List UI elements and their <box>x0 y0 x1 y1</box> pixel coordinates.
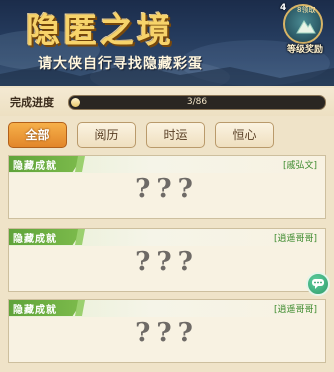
progress-label: 完成进度 <box>10 96 54 109</box>
reward-level-number: 4 <box>280 3 287 13</box>
hidden-description: ??? <box>135 318 199 348</box>
tab-experience[interactable]: 阅历 <box>77 122 136 148</box>
mountain-icon <box>296 20 316 34</box>
card-tag-label: 隐藏成就 <box>13 161 57 172</box>
hidden-description: ??? <box>135 247 199 277</box>
achievement-card[interactable]: 隐藏成就 [逍遥哥哥] ??? <box>8 299 326 363</box>
tab-perseverance[interactable]: 恒心 <box>215 122 274 148</box>
card-header: 隐藏成就 [逍遥哥哥] <box>9 300 325 317</box>
progress-bar: 3/86 <box>68 95 326 110</box>
chat-bubble-icon <box>312 279 324 289</box>
achievement-screen: 隐匿之境 请大侠自行寻找隐藏彩蛋 4 8领取 等级奖励 完成进度 3/86 全部… <box>0 0 334 372</box>
tab-all[interactable]: 全部 <box>8 122 67 148</box>
card-header: 隐藏成就 [逍遥哥哥] <box>9 229 325 246</box>
achievement-card[interactable]: 隐藏成就 [戚弘文] ??? <box>8 155 326 219</box>
hidden-description: ??? <box>135 174 199 204</box>
achievement-card[interactable]: 隐藏成就 [逍遥哥哥] ??? <box>8 228 326 292</box>
page-title: 隐匿之境 <box>26 11 174 51</box>
card-npc-name[interactable]: [逍遥哥哥] <box>274 302 317 315</box>
tab-fortune[interactable]: 时运 <box>146 122 205 148</box>
chat-button[interactable] <box>306 272 330 296</box>
header-banner: 隐匿之境 请大侠自行寻找隐藏彩蛋 4 8领取 等级奖励 <box>0 0 334 86</box>
level-reward-button[interactable]: 4 8领取 等级奖励 <box>278 2 332 58</box>
card-tag-label: 隐藏成就 <box>13 234 57 245</box>
category-tabs: 全部 阅历 时运 恒心 <box>8 122 328 150</box>
card-header: 隐藏成就 [戚弘文] <box>9 156 325 173</box>
completion-progress: 完成进度 3/86 <box>0 88 334 116</box>
card-npc-name[interactable]: [戚弘文] <box>283 158 317 171</box>
progress-count: 3/86 <box>186 97 208 107</box>
card-tag-label: 隐藏成就 <box>13 305 57 316</box>
achievement-list[interactable]: 隐藏成就 [戚弘文] ??? 隐藏成就 [逍遥哥哥] ??? 隐藏成就 [逍遥哥… <box>0 155 334 372</box>
card-npc-name[interactable]: [逍遥哥哥] <box>274 231 317 244</box>
reward-claim-tag: 8领取 <box>297 6 316 14</box>
page-subtitle: 请大侠自行寻找隐藏彩蛋 <box>38 56 203 72</box>
reward-label: 等级奖励 <box>286 45 323 55</box>
